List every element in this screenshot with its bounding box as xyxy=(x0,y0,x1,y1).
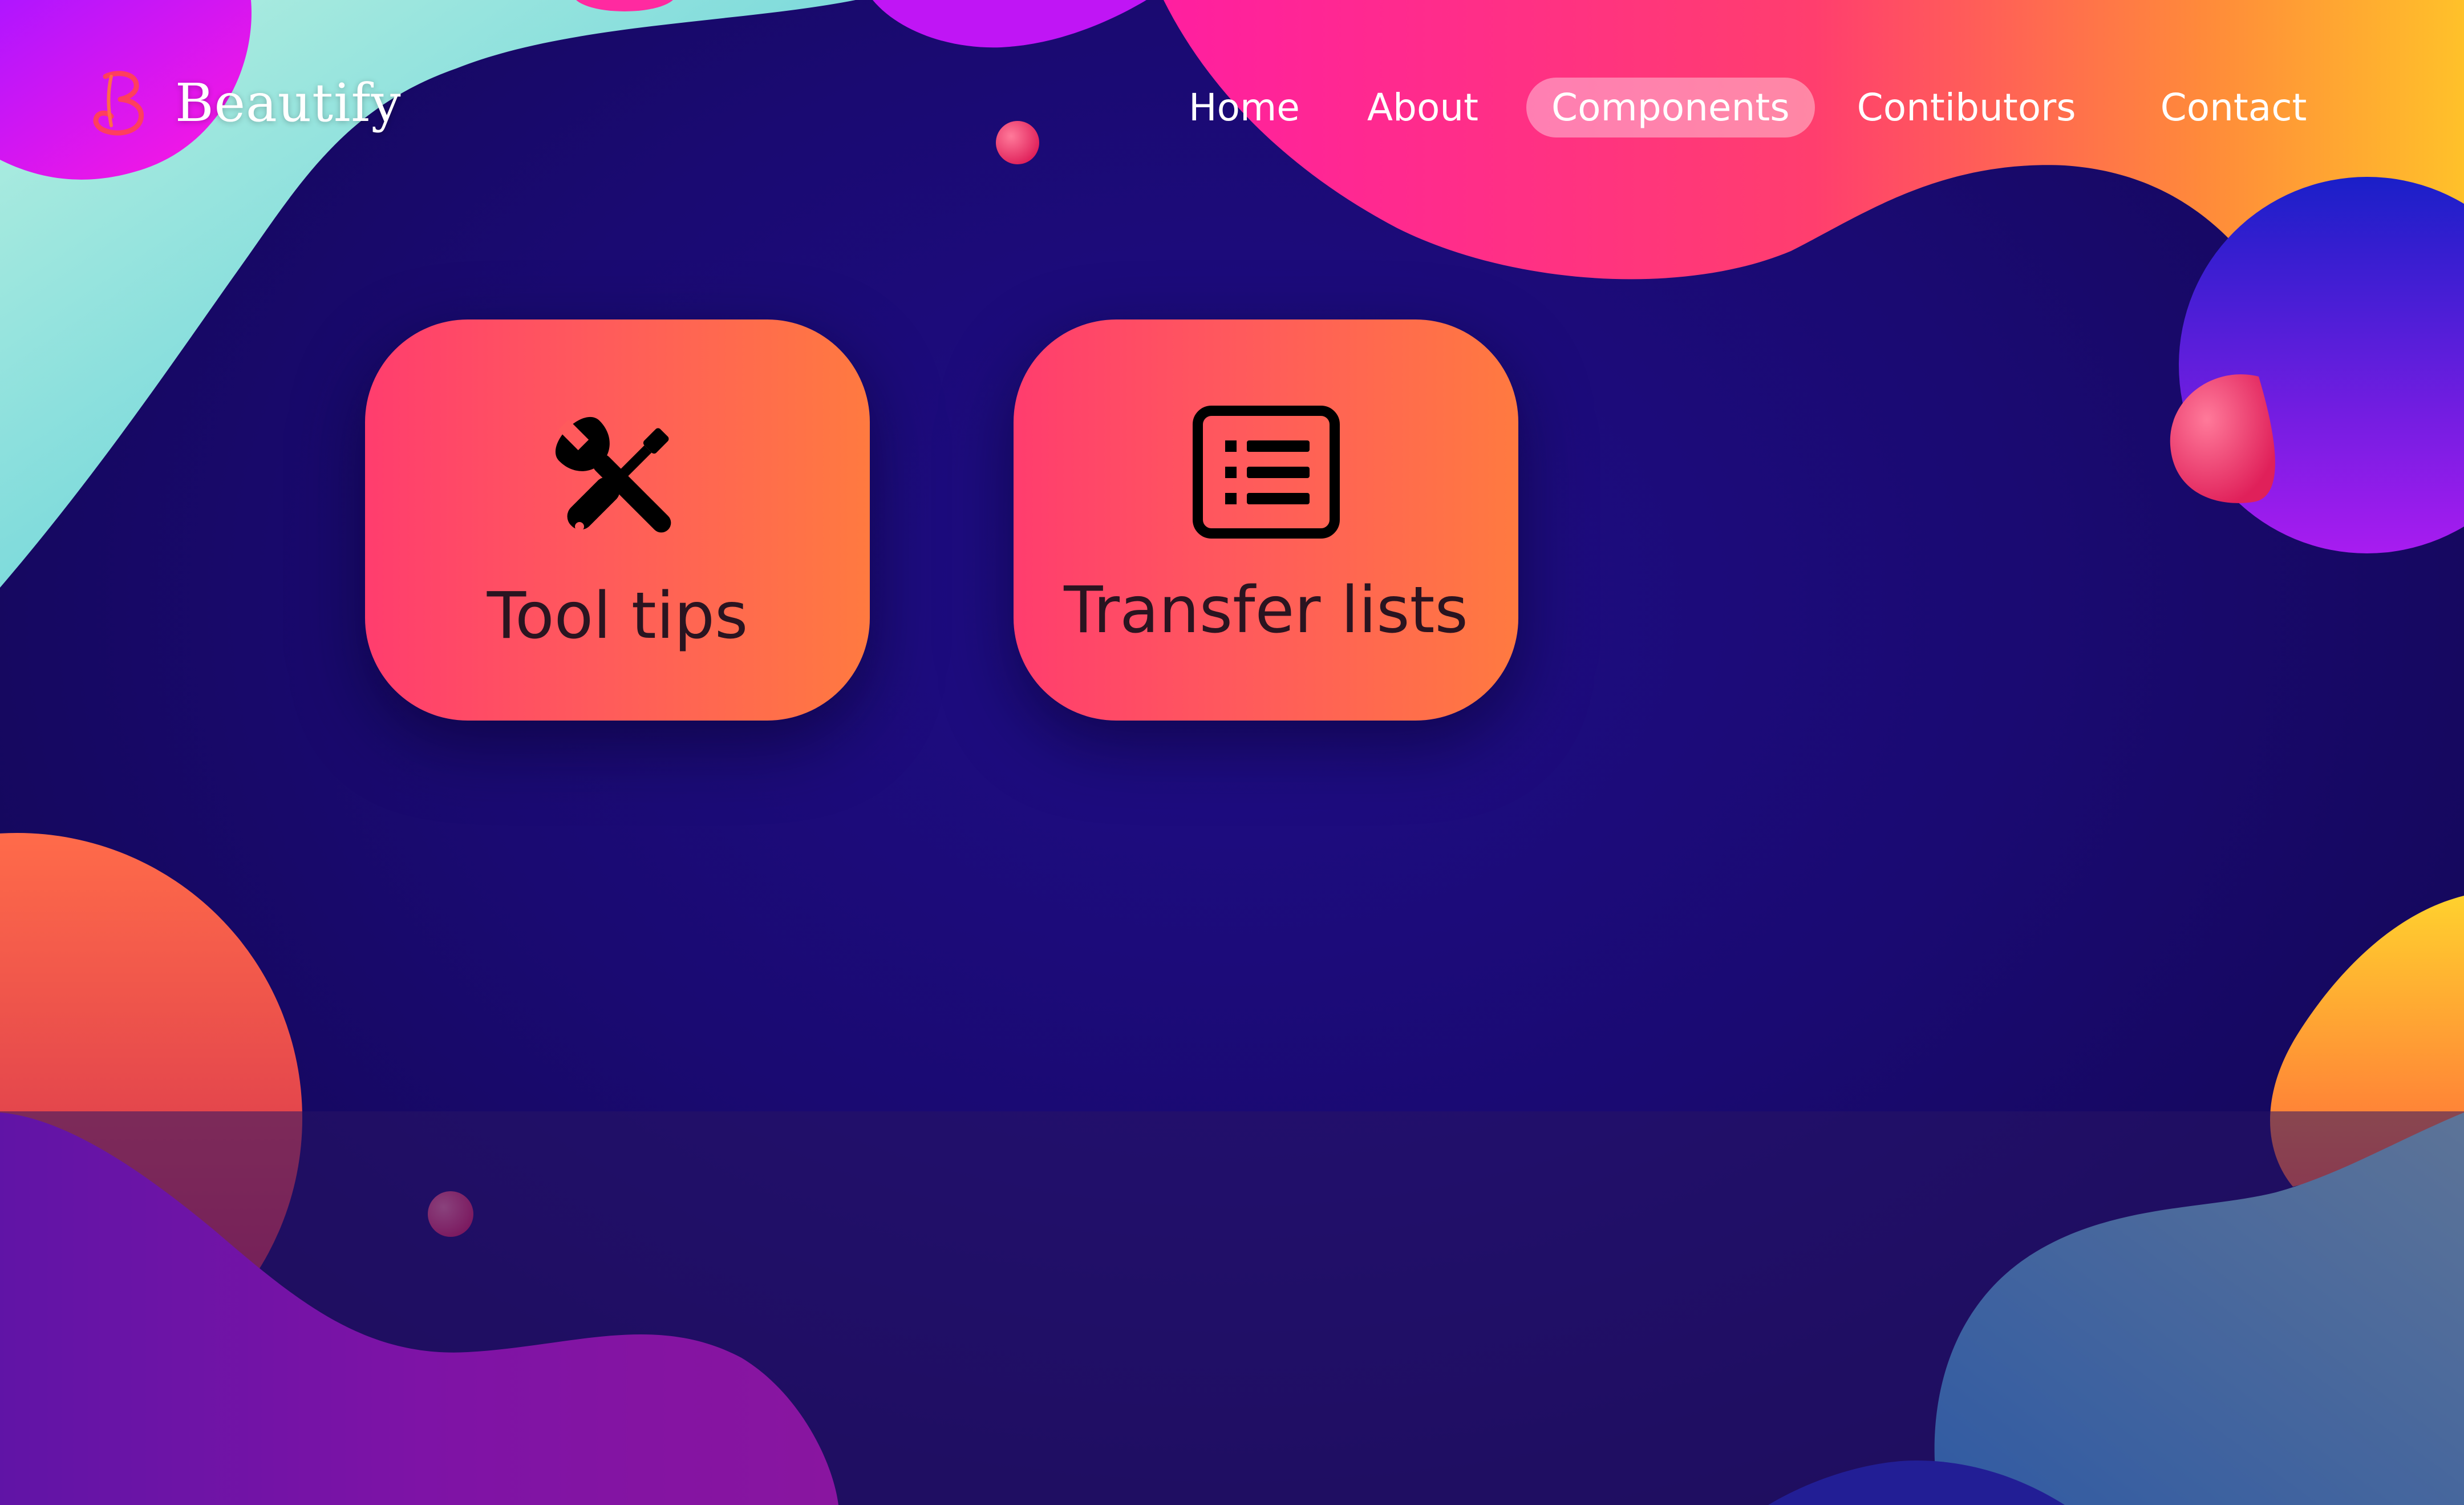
nav-contributors[interactable]: Contibutors xyxy=(1832,78,2101,137)
nav-components[interactable]: Components xyxy=(1526,77,1815,137)
nav-contact[interactable]: Contact xyxy=(2135,78,2332,137)
card-label-transfer-lists: Transfer lists xyxy=(1064,573,1468,648)
b-logo-icon xyxy=(93,71,144,136)
nav-about[interactable]: About xyxy=(1342,78,1503,137)
tools-icon xyxy=(555,416,671,533)
brand-name: Beautify xyxy=(175,72,402,133)
footer-band xyxy=(0,1111,2464,1505)
nav-home[interactable]: Home xyxy=(1164,78,1325,137)
tool-tips-card[interactable]: Tool tips xyxy=(365,319,870,721)
page-background: Beautify Home About Components Contibuto… xyxy=(0,0,2464,1505)
brand[interactable]: Beautify xyxy=(88,63,402,143)
transfer-lists-card[interactable]: Transfer lists xyxy=(1014,319,1518,721)
navbar: Beautify Home About Components Contibuto… xyxy=(0,0,2464,217)
list-icon xyxy=(1192,406,1340,539)
nav-links: Home About Components Contibutors Contac… xyxy=(1164,75,2332,139)
card-label-tool-tips: Tool tips xyxy=(487,579,748,653)
